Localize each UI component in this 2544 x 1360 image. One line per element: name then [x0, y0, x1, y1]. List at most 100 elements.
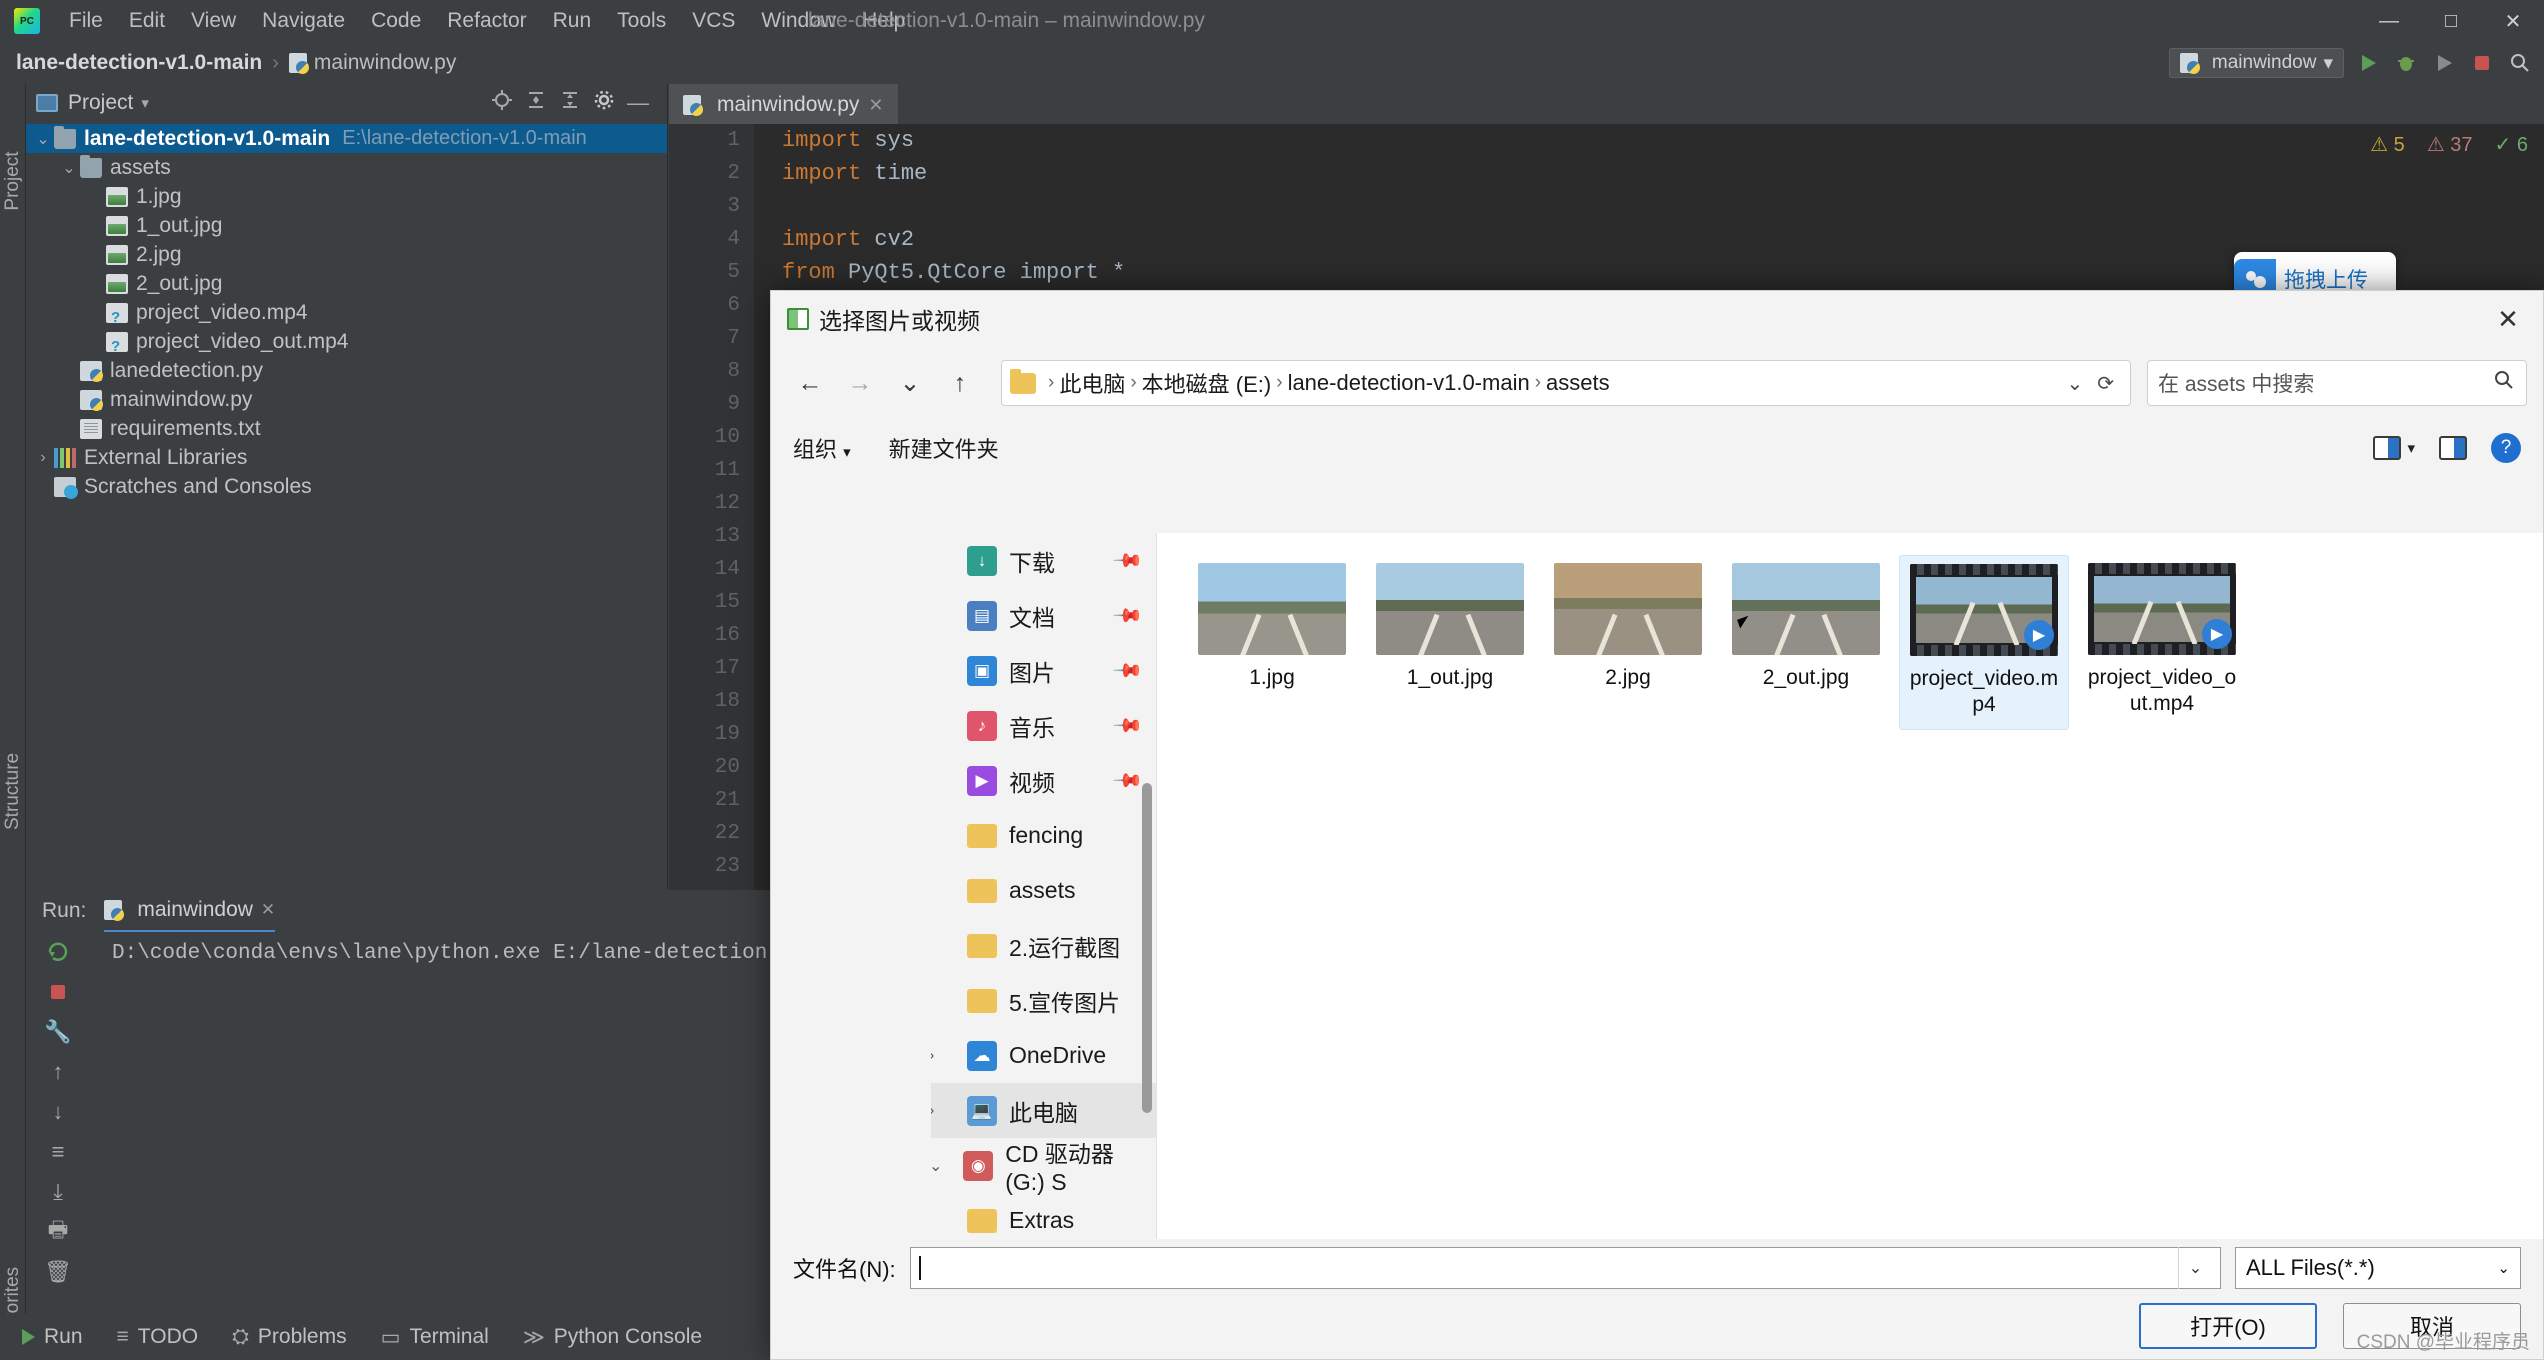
- collapse-all-icon[interactable]: [559, 89, 581, 117]
- inspection-widget[interactable]: ⚠ 5 ⚠ 37 ✓ 6: [2370, 132, 2528, 157]
- wrench-icon[interactable]: 🔧: [26, 1012, 90, 1052]
- up-button[interactable]: ↑: [937, 360, 983, 406]
- chevron-icon[interactable]: ›: [32, 449, 54, 467]
- pin-icon[interactable]: 📌: [1111, 764, 1145, 798]
- search-icon[interactable]: [2492, 368, 2516, 398]
- sidebar-item-2-[interactable]: 2.运行截图: [931, 918, 1156, 973]
- file-list-area[interactable]: 1.jpg 1_out.jpg 2.jpg 2_out.jpg ▶ project_vid…: [1156, 533, 2543, 1239]
- tree-item-mainwindow-py[interactable]: mainwindow.py: [26, 385, 667, 414]
- locate-icon[interactable]: [491, 89, 513, 117]
- scroll-to-end-icon[interactable]: ⤓: [26, 1172, 90, 1212]
- menu-item-tools[interactable]: Tools: [604, 0, 679, 42]
- gear-icon[interactable]: [593, 89, 615, 117]
- organize-button[interactable]: 组织 ▾: [793, 432, 851, 464]
- file-item[interactable]: 2_out.jpg: [1721, 555, 1891, 730]
- down-arrow-icon[interactable]: ↓: [26, 1092, 90, 1132]
- file-item[interactable]: 2.jpg: [1543, 555, 1713, 730]
- menu-item-vcs[interactable]: VCS: [679, 0, 748, 42]
- status-run[interactable]: Run: [22, 1325, 83, 1349]
- tree-item-2-jpg[interactable]: 2.jpg: [26, 240, 667, 269]
- pin-icon[interactable]: 📌: [1111, 709, 1145, 743]
- menu-item-edit[interactable]: Edit: [116, 0, 178, 42]
- tree-item-1-out-jpg[interactable]: 1_out.jpg: [26, 211, 667, 240]
- minimize-button[interactable]: —: [2358, 0, 2420, 42]
- file-type-filter[interactable]: ALL Files(*.*) ⌄: [2235, 1247, 2521, 1289]
- breadcrumb-project[interactable]: lane-detection-v1.0-main: [16, 51, 262, 75]
- menu-item-refactor[interactable]: Refactor: [434, 0, 539, 42]
- soft-wrap-icon[interactable]: ≡: [26, 1132, 90, 1172]
- sidebar-item-extras[interactable]: Extras: [931, 1193, 1156, 1239]
- preview-pane-icon[interactable]: [2439, 436, 2467, 460]
- tab-close-icon[interactable]: ✕: [868, 95, 883, 116]
- tool-window-project[interactable]: Project: [2, 146, 24, 216]
- chevron-down-icon[interactable]: ▾: [141, 94, 149, 112]
- menu-item-view[interactable]: View: [178, 0, 249, 42]
- run-tab[interactable]: mainwindow ✕: [104, 890, 276, 932]
- address-bar[interactable]: › 此电脑 › 本地磁盘 (E:) › lane-detection-v1.0-main ›…: [1001, 360, 2131, 406]
- new-folder-button[interactable]: 新建文件夹: [889, 432, 999, 464]
- sidebar-item--[interactable]: ▣ 图片 📌: [931, 643, 1156, 698]
- breadcrumb-segment[interactable]: lane-detection-v1.0-main: [1288, 370, 1530, 396]
- hide-panel-icon[interactable]: —: [627, 90, 657, 116]
- pin-icon[interactable]: 📌: [1111, 599, 1145, 633]
- run-configuration-selector[interactable]: mainwindow ▾: [2168, 48, 2344, 78]
- filename-chevron-icon[interactable]: ⌄: [2178, 1247, 2212, 1289]
- run-tab-close-icon[interactable]: ✕: [261, 900, 275, 920]
- sidebar-item--[interactable]: ▶ 视频 📌: [931, 753, 1156, 808]
- breadcrumb-segment[interactable]: 此电脑: [1059, 367, 1125, 399]
- file-item[interactable]: 1_out.jpg: [1365, 555, 1535, 730]
- expand-chevron-icon[interactable]: ›: [931, 1102, 955, 1120]
- expand-chevron-icon[interactable]: ›: [931, 1047, 955, 1065]
- tree-item-project-video-out-mp4[interactable]: project_video_out.mp4: [26, 327, 667, 356]
- tool-window-structure[interactable]: Structure: [2, 753, 24, 830]
- run-button[interactable]: [2354, 49, 2382, 77]
- sidebar-item--[interactable]: ▤ 文档 📌: [931, 588, 1156, 643]
- tree-item-external-libraries[interactable]: › External Libraries: [26, 443, 667, 472]
- sidebar-item-cd-g-s[interactable]: ⌄ ◉ CD 驱动器 (G:) S: [931, 1138, 1156, 1195]
- filename-input[interactable]: ⌄: [909, 1247, 2221, 1289]
- search-input[interactable]: 在 assets 中搜索: [2147, 360, 2527, 406]
- pin-icon[interactable]: 📌: [1111, 544, 1145, 578]
- menu-item-code[interactable]: Code: [358, 0, 434, 42]
- breadcrumb-file[interactable]: mainwindow.py: [314, 51, 456, 75]
- breadcrumb-segment[interactable]: assets: [1546, 370, 1610, 396]
- address-chevron-icon[interactable]: ⌄: [2066, 371, 2083, 396]
- expand-all-icon[interactable]: [525, 89, 547, 117]
- tree-item-requirements-txt[interactable]: requirements.txt: [26, 414, 667, 443]
- rerun-icon[interactable]: [26, 932, 90, 972]
- tree-item-project-video-mp4[interactable]: project_video.mp4: [26, 298, 667, 327]
- print-icon[interactable]: 🖶: [26, 1212, 90, 1252]
- sidebar-item--[interactable]: ↓ 下载 📌: [931, 533, 1156, 588]
- search-everywhere-icon[interactable]: [2506, 49, 2534, 77]
- status-terminal[interactable]: ▭ Terminal: [381, 1325, 489, 1350]
- editor-gutter[interactable]: 1 2 3 4 5 6 7 8 9 10 11 12 13 14 15 16 17 18 19 20 21 22 23: [669, 124, 754, 890]
- sidebar-scrollbar[interactable]: [1142, 783, 1152, 1113]
- sidebar-item-5-[interactable]: 5.宣传图片: [931, 973, 1156, 1028]
- view-options-button[interactable]: ▾: [2373, 436, 2415, 460]
- tree-item-lanedetection-py[interactable]: lanedetection.py: [26, 356, 667, 385]
- trash-icon[interactable]: 🗑: [26, 1252, 90, 1292]
- back-button[interactable]: ←: [787, 360, 833, 406]
- sidebar-item--[interactable]: › 💻 此电脑: [931, 1083, 1156, 1138]
- expand-chevron-icon[interactable]: ⌄: [931, 1156, 951, 1176]
- menu-item-file[interactable]: File: [56, 0, 116, 42]
- open-button[interactable]: 打开(O): [2139, 1303, 2317, 1349]
- status-todo[interactable]: ≡ TODO: [117, 1325, 199, 1349]
- tree-item-assets[interactable]: ⌄ assets: [26, 153, 667, 182]
- file-item[interactable]: 1.jpg: [1187, 555, 1357, 730]
- tree-item-lane-detection-v1-0-main[interactable]: ⌄ lane-detection-v1.0-main E:\lane-detecti…: [26, 124, 667, 153]
- sidebar-item-assets[interactable]: assets: [931, 863, 1156, 918]
- tree-item-1-jpg[interactable]: 1.jpg: [26, 182, 667, 211]
- pin-icon[interactable]: 📌: [1111, 654, 1145, 688]
- up-arrow-icon[interactable]: ↑: [26, 1052, 90, 1092]
- file-item[interactable]: ▶ project_video.mp4: [1899, 555, 2069, 730]
- maximize-button[interactable]: □: [2420, 0, 2482, 42]
- dialog-close-button[interactable]: ✕: [2473, 291, 2543, 347]
- chevron-icon[interactable]: ⌄: [32, 129, 54, 149]
- stop-button[interactable]: [2468, 49, 2496, 77]
- help-icon[interactable]: ?: [2491, 433, 2521, 463]
- file-item[interactable]: ▶ project_video_out.mp4: [2077, 555, 2247, 730]
- tree-item-2-out-jpg[interactable]: 2_out.jpg: [26, 269, 667, 298]
- chevron-icon[interactable]: ⌄: [58, 158, 80, 178]
- stop-run-icon[interactable]: [26, 972, 90, 1012]
